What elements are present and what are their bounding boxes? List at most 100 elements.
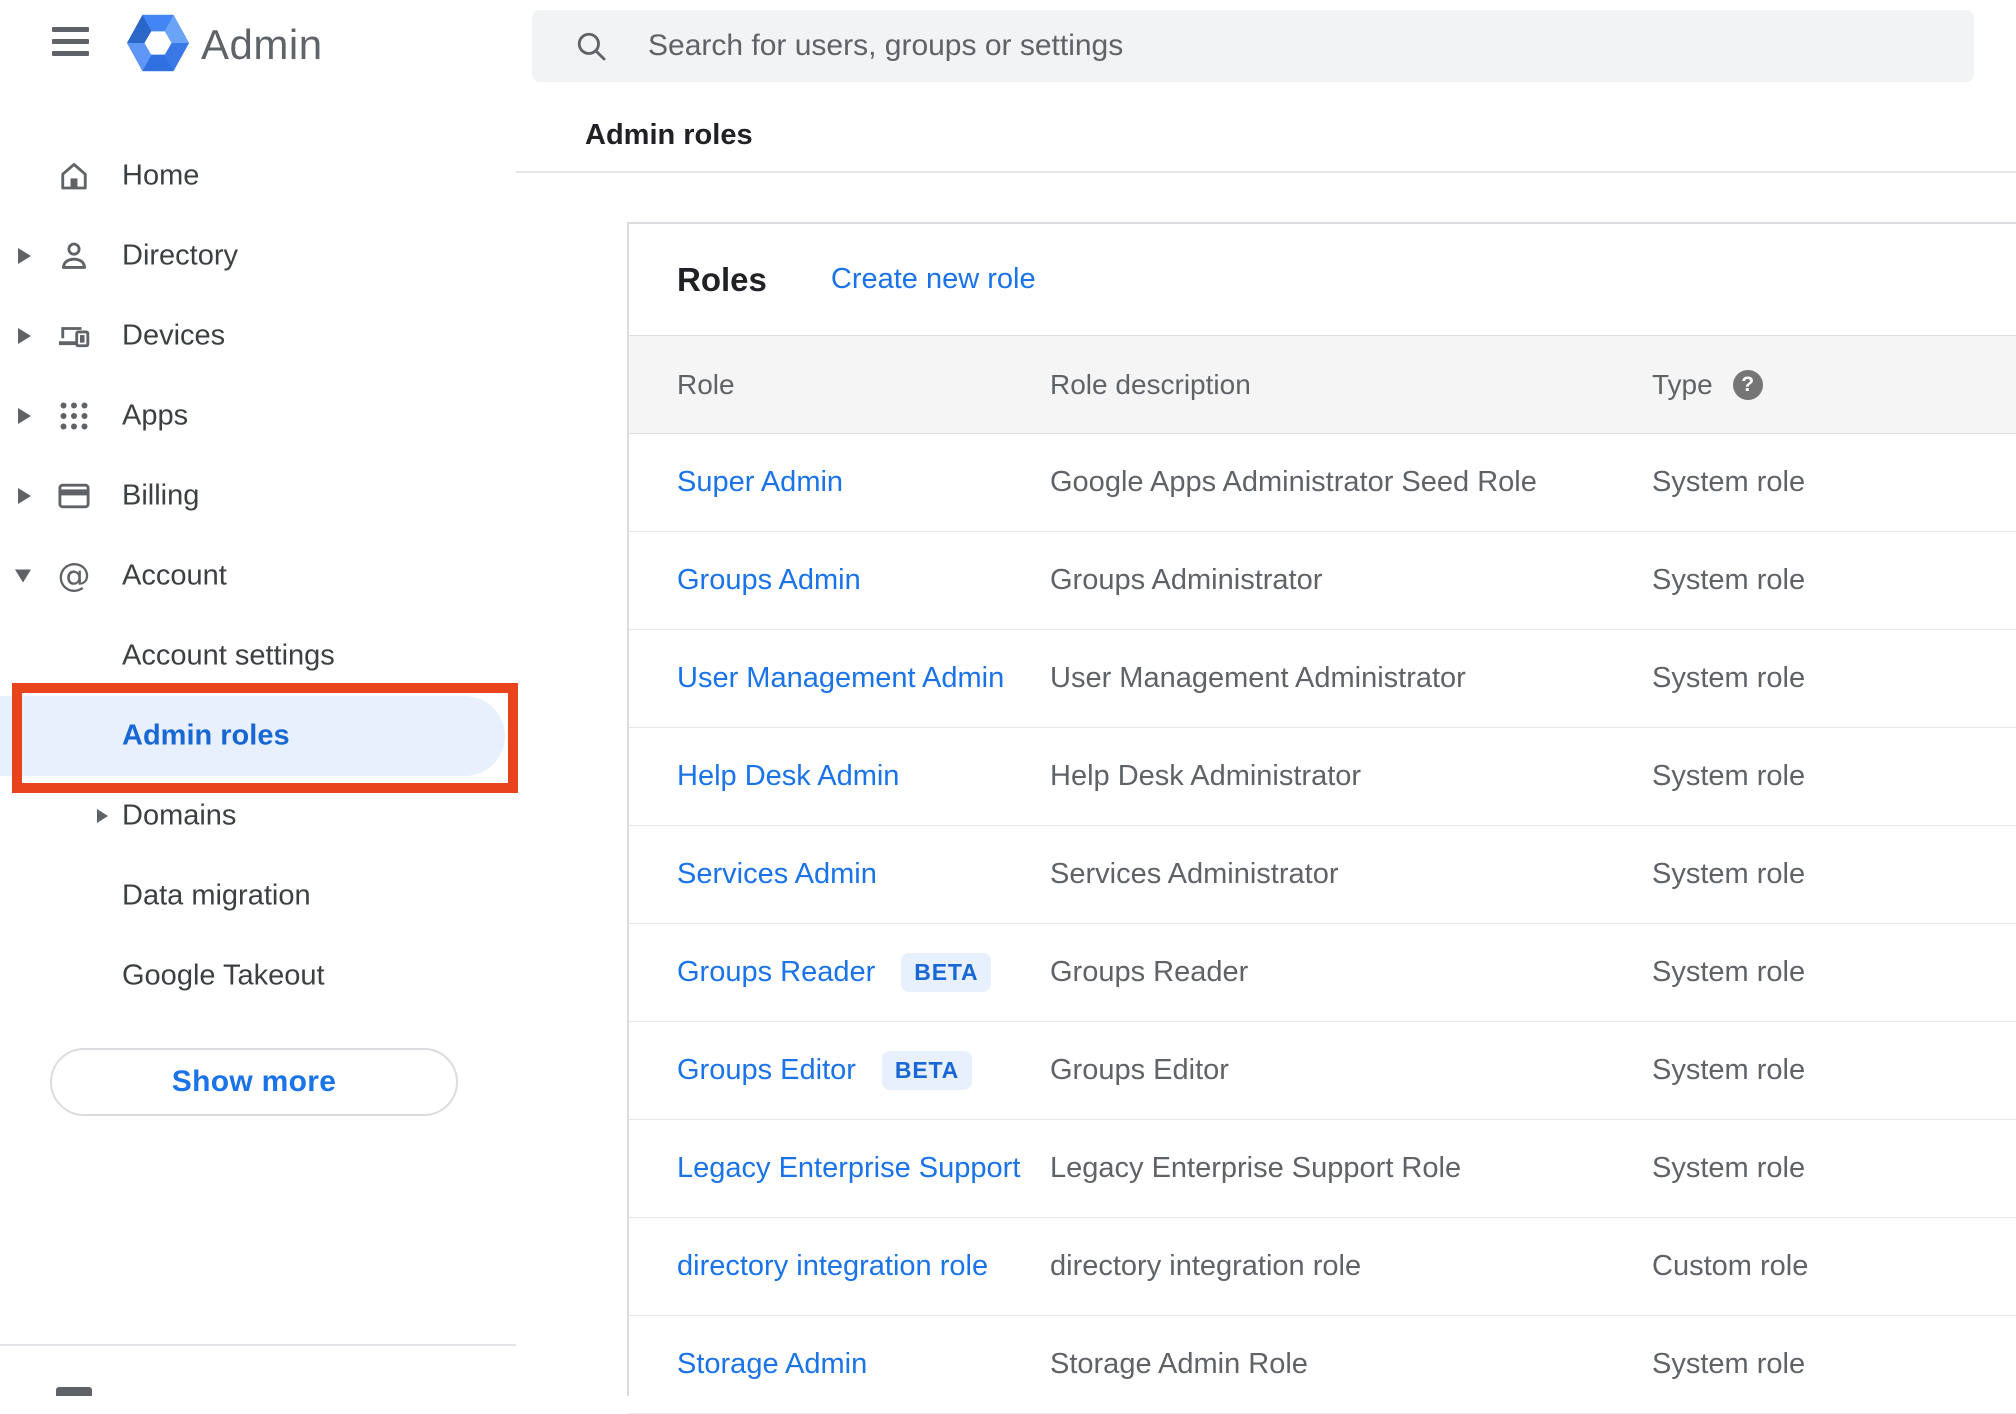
- column-role: Role: [677, 368, 735, 400]
- sidebar: Admin Home Directory Devices Apps Billing @ Ac…: [0, 0, 518, 1396]
- sidebar-item-devices[interactable]: Devices: [0, 296, 516, 376]
- sidebar-item-account[interactable]: @ Account: [0, 536, 516, 616]
- sidebar-item-data-migration[interactable]: Data migration: [0, 856, 516, 936]
- table-row: Services Admin Services Administrator Syst…: [629, 826, 2016, 924]
- role-type: System role: [1652, 1152, 1806, 1184]
- sidebar-item-label: Account settings: [122, 639, 335, 672]
- role-description: Legacy Enterprise Support Role: [1050, 1152, 1462, 1184]
- role-description: Services Administrator: [1050, 858, 1339, 890]
- sidebar-item-label: Admin roles: [122, 719, 290, 752]
- role-description: directory integration role: [1050, 1250, 1362, 1282]
- search-input[interactable]: [648, 10, 1948, 82]
- role-link-groups-editor[interactable]: Groups Editor: [677, 1054, 856, 1087]
- column-role-description: Role description: [1050, 368, 1251, 400]
- table-header: Role Role description Type ?: [629, 335, 2016, 434]
- beta-badge: BETA: [881, 1051, 973, 1090]
- role-link-storage-admin[interactable]: Storage Admin: [677, 1348, 867, 1381]
- sidebar-divider: [0, 1344, 516, 1346]
- partial-cutoff-icon: [56, 1387, 92, 1396]
- sidebar-item-label: Account: [122, 559, 227, 592]
- sidebar-item-label: Domains: [122, 799, 237, 832]
- role-type: Custom role: [1652, 1250, 1809, 1282]
- show-more-label: Show more: [171, 1065, 337, 1098]
- chevron-right-icon[interactable]: [18, 248, 31, 264]
- sidebar-item-label: Billing: [122, 479, 200, 512]
- role-link-help-desk-admin[interactable]: Help Desk Admin: [677, 760, 899, 793]
- sidebar-item-account-settings[interactable]: Account settings: [0, 616, 516, 696]
- sidebar-item-billing[interactable]: Billing: [0, 456, 516, 536]
- content-divider: [516, 171, 2016, 173]
- create-new-role-link[interactable]: Create new role: [831, 263, 1036, 296]
- roles-card-header: Roles Create new role: [629, 224, 2016, 335]
- search-icon: [574, 29, 608, 63]
- table-body: Super Admin Google Apps Administrator See…: [629, 434, 2016, 1414]
- role-type: System role: [1652, 956, 1806, 988]
- card-icon: [56, 478, 92, 514]
- table-row: Super Admin Google Apps Administrator See…: [629, 434, 2016, 532]
- role-description: User Management Administrator: [1050, 662, 1466, 694]
- role-description: Groups Reader: [1050, 956, 1249, 988]
- role-type: System role: [1652, 1054, 1806, 1086]
- show-more-button[interactable]: Show more: [50, 1048, 458, 1116]
- role-link-super-admin[interactable]: Super Admin: [677, 466, 843, 499]
- breadcrumb: Admin roles: [585, 119, 753, 151]
- table-row: Groups Reader BETA Groups Reader System rol…: [629, 924, 2016, 1022]
- role-type: System role: [1652, 858, 1806, 890]
- table-row: Groups Admin Groups Administrator System r…: [629, 532, 2016, 630]
- sidebar-item-label: Directory: [122, 239, 239, 272]
- table-row: Help Desk Admin Help Desk Administrator Sy…: [629, 728, 2016, 826]
- table-row: Groups Editor BETA Groups Editor System rol…: [629, 1022, 2016, 1120]
- role-link-services-admin[interactable]: Services Admin: [677, 858, 877, 891]
- devices-icon: [56, 318, 92, 354]
- role-type: System role: [1652, 466, 1806, 498]
- admin-logo-icon: [127, 13, 189, 73]
- role-type: System role: [1652, 1348, 1806, 1380]
- sidebar-item-google-takeout[interactable]: Google Takeout: [0, 936, 516, 1016]
- home-icon: [56, 158, 92, 194]
- role-link-user-management-admin[interactable]: User Management Admin: [677, 662, 1004, 695]
- sidebar-nav: Home Directory Devices Apps Billing @ Account A…: [0, 136, 516, 1016]
- role-link-groups-admin[interactable]: Groups Admin: [677, 564, 861, 597]
- sidebar-item-domains[interactable]: Domains: [0, 776, 516, 856]
- sidebar-item-label: Google Takeout: [122, 959, 325, 992]
- brand-title: Admin: [201, 21, 323, 68]
- apps-icon: [56, 398, 92, 434]
- page-title: Roles: [677, 260, 767, 298]
- role-description: Help Desk Administrator: [1050, 760, 1362, 792]
- chevron-right-icon[interactable]: [18, 488, 31, 504]
- chevron-right-icon[interactable]: [18, 328, 31, 344]
- role-description: Groups Administrator: [1050, 564, 1323, 596]
- sidebar-item-apps[interactable]: Apps: [0, 376, 516, 456]
- at-icon: @: [56, 558, 92, 594]
- sidebar-item-label: Data migration: [122, 879, 311, 912]
- chevron-down-icon[interactable]: [15, 569, 31, 583]
- table-row: User Management Admin User Management Adm…: [629, 630, 2016, 728]
- sidebar-item-label: Home: [122, 159, 200, 192]
- help-icon[interactable]: ?: [1732, 369, 1763, 400]
- sidebar-item-directory[interactable]: Directory: [0, 216, 516, 296]
- role-link-directory-integration-role[interactable]: directory integration role: [677, 1250, 988, 1283]
- role-description: Google Apps Administrator Seed Role: [1050, 466, 1537, 498]
- chevron-right-icon[interactable]: [97, 809, 108, 823]
- sidebar-item-admin-roles[interactable]: Admin roles: [0, 696, 505, 776]
- sidebar-item-label: Apps: [122, 399, 189, 432]
- sidebar-item-home[interactable]: Home: [0, 136, 516, 216]
- role-link-groups-reader[interactable]: Groups Reader: [677, 956, 875, 989]
- column-type: Type: [1652, 368, 1713, 400]
- table-row: directory integration role directory inte…: [629, 1218, 2016, 1316]
- roles-card: Roles Create new role Role Role descript…: [627, 222, 2016, 1414]
- role-type: System role: [1652, 564, 1806, 596]
- table-row: Legacy Enterprise Support Legacy Enterpri…: [629, 1120, 2016, 1218]
- role-type: System role: [1652, 662, 1806, 694]
- sidebar-item-label: Devices: [122, 319, 226, 352]
- table-row: Storage Admin Storage Admin Role System ro…: [629, 1316, 2016, 1414]
- beta-badge: BETA: [901, 953, 992, 992]
- svg-text:@: @: [58, 558, 91, 594]
- chevron-right-icon[interactable]: [18, 408, 31, 424]
- role-description: Groups Editor: [1050, 1054, 1229, 1086]
- role-link-legacy-enterprise-support[interactable]: Legacy Enterprise Support: [677, 1152, 1020, 1185]
- hamburger-menu-icon[interactable]: [52, 27, 89, 57]
- person-icon: [56, 238, 92, 274]
- search-bar: [532, 10, 1974, 82]
- role-type: System role: [1652, 760, 1806, 792]
